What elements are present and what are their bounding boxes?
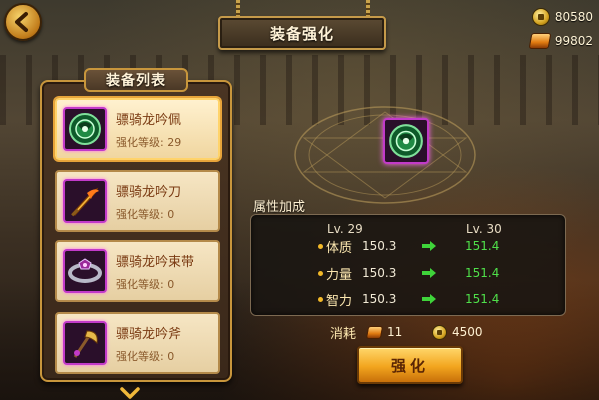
gold-ingot-icon: [365, 325, 384, 339]
arrow-right-icon: [422, 268, 436, 278]
stat-current: 150.3: [362, 266, 397, 280]
current-level: Lv. 29: [327, 222, 363, 236]
bullet-icon: [318, 243, 323, 249]
cost-label: 消耗: [330, 326, 357, 342]
ingot-amount: 99802: [554, 34, 593, 48]
bullet-icon: [318, 270, 323, 276]
axe-icon: [63, 321, 107, 365]
gold-ingot-icon: [528, 33, 552, 49]
stat-next: 151.4: [465, 266, 500, 280]
selected-equipment-preview: [383, 118, 429, 164]
stat-name: 体质: [326, 240, 353, 256]
item-level: 强化等级: 0: [116, 207, 175, 221]
cost-coins: 4500: [432, 322, 483, 342]
cost-ingots: 11: [365, 322, 403, 342]
stat-current: 150.3: [362, 292, 397, 306]
equipment-item-blade[interactable]: 骠骑龙吟刀 强化等级: 0: [55, 170, 220, 232]
item-name: 骠骑龙吟斧: [116, 326, 182, 342]
arrow-right-icon: [422, 294, 436, 304]
chevron-down-icon[interactable]: [120, 387, 140, 400]
item-name: 骠骑龙吟佩: [116, 112, 182, 128]
flame-blade-icon: [63, 179, 107, 223]
stat-row: 智力 150.3: [318, 291, 436, 309]
gold-coin-icon: [432, 324, 447, 340]
item-level: 强化等级: 0: [116, 277, 175, 291]
bullet-icon: [318, 296, 323, 302]
stat-current: 150.3: [362, 239, 397, 253]
item-level: 强化等级: 0: [116, 349, 175, 363]
belt-icon: [63, 249, 107, 293]
equipment-list-title: 装备列表: [84, 68, 188, 92]
stat-row: 体质 150.3: [318, 238, 436, 256]
stat-row: 力量 150.3: [318, 265, 436, 283]
equipment-item-belt[interactable]: 骠骑龙吟束带 强化等级: 0: [55, 240, 220, 302]
stat-name: 智力: [326, 293, 353, 309]
item-name: 骠骑龙吟束带: [116, 254, 195, 270]
equipment-item-axe[interactable]: 骠骑龙吟斧 强化等级: 0: [55, 312, 220, 374]
jade-pendant-icon: [63, 107, 107, 151]
enhance-button[interactable]: 强化: [357, 346, 463, 384]
arrow-right-icon: [422, 241, 436, 251]
stat-name: 力量: [326, 267, 353, 283]
coin-balance: 80580: [531, 6, 593, 28]
next-level: Lv. 30: [466, 222, 502, 236]
stat-next: 151.4: [465, 292, 500, 306]
back-button[interactable]: [4, 3, 42, 41]
coin-amount: 80580: [554, 10, 593, 24]
equipment-item-pendant[interactable]: 骠骑龙吟佩 强化等级: 29: [55, 98, 220, 160]
cost-ingot-amount: 11: [387, 325, 403, 339]
attributes-title: 属性加成: [253, 200, 306, 215]
stat-next: 151.4: [465, 239, 500, 253]
item-level: 强化等级: 29: [116, 135, 182, 149]
back-arrow-icon: [15, 12, 28, 32]
jade-pendant-icon: [389, 124, 423, 158]
page-title: 装备强化: [218, 16, 386, 50]
ingot-balance: 99802: [528, 30, 593, 52]
gold-coin-icon: [531, 8, 550, 26]
item-name: 骠骑龙吟刀: [116, 184, 182, 200]
cost-coin-amount: 4500: [452, 325, 483, 339]
